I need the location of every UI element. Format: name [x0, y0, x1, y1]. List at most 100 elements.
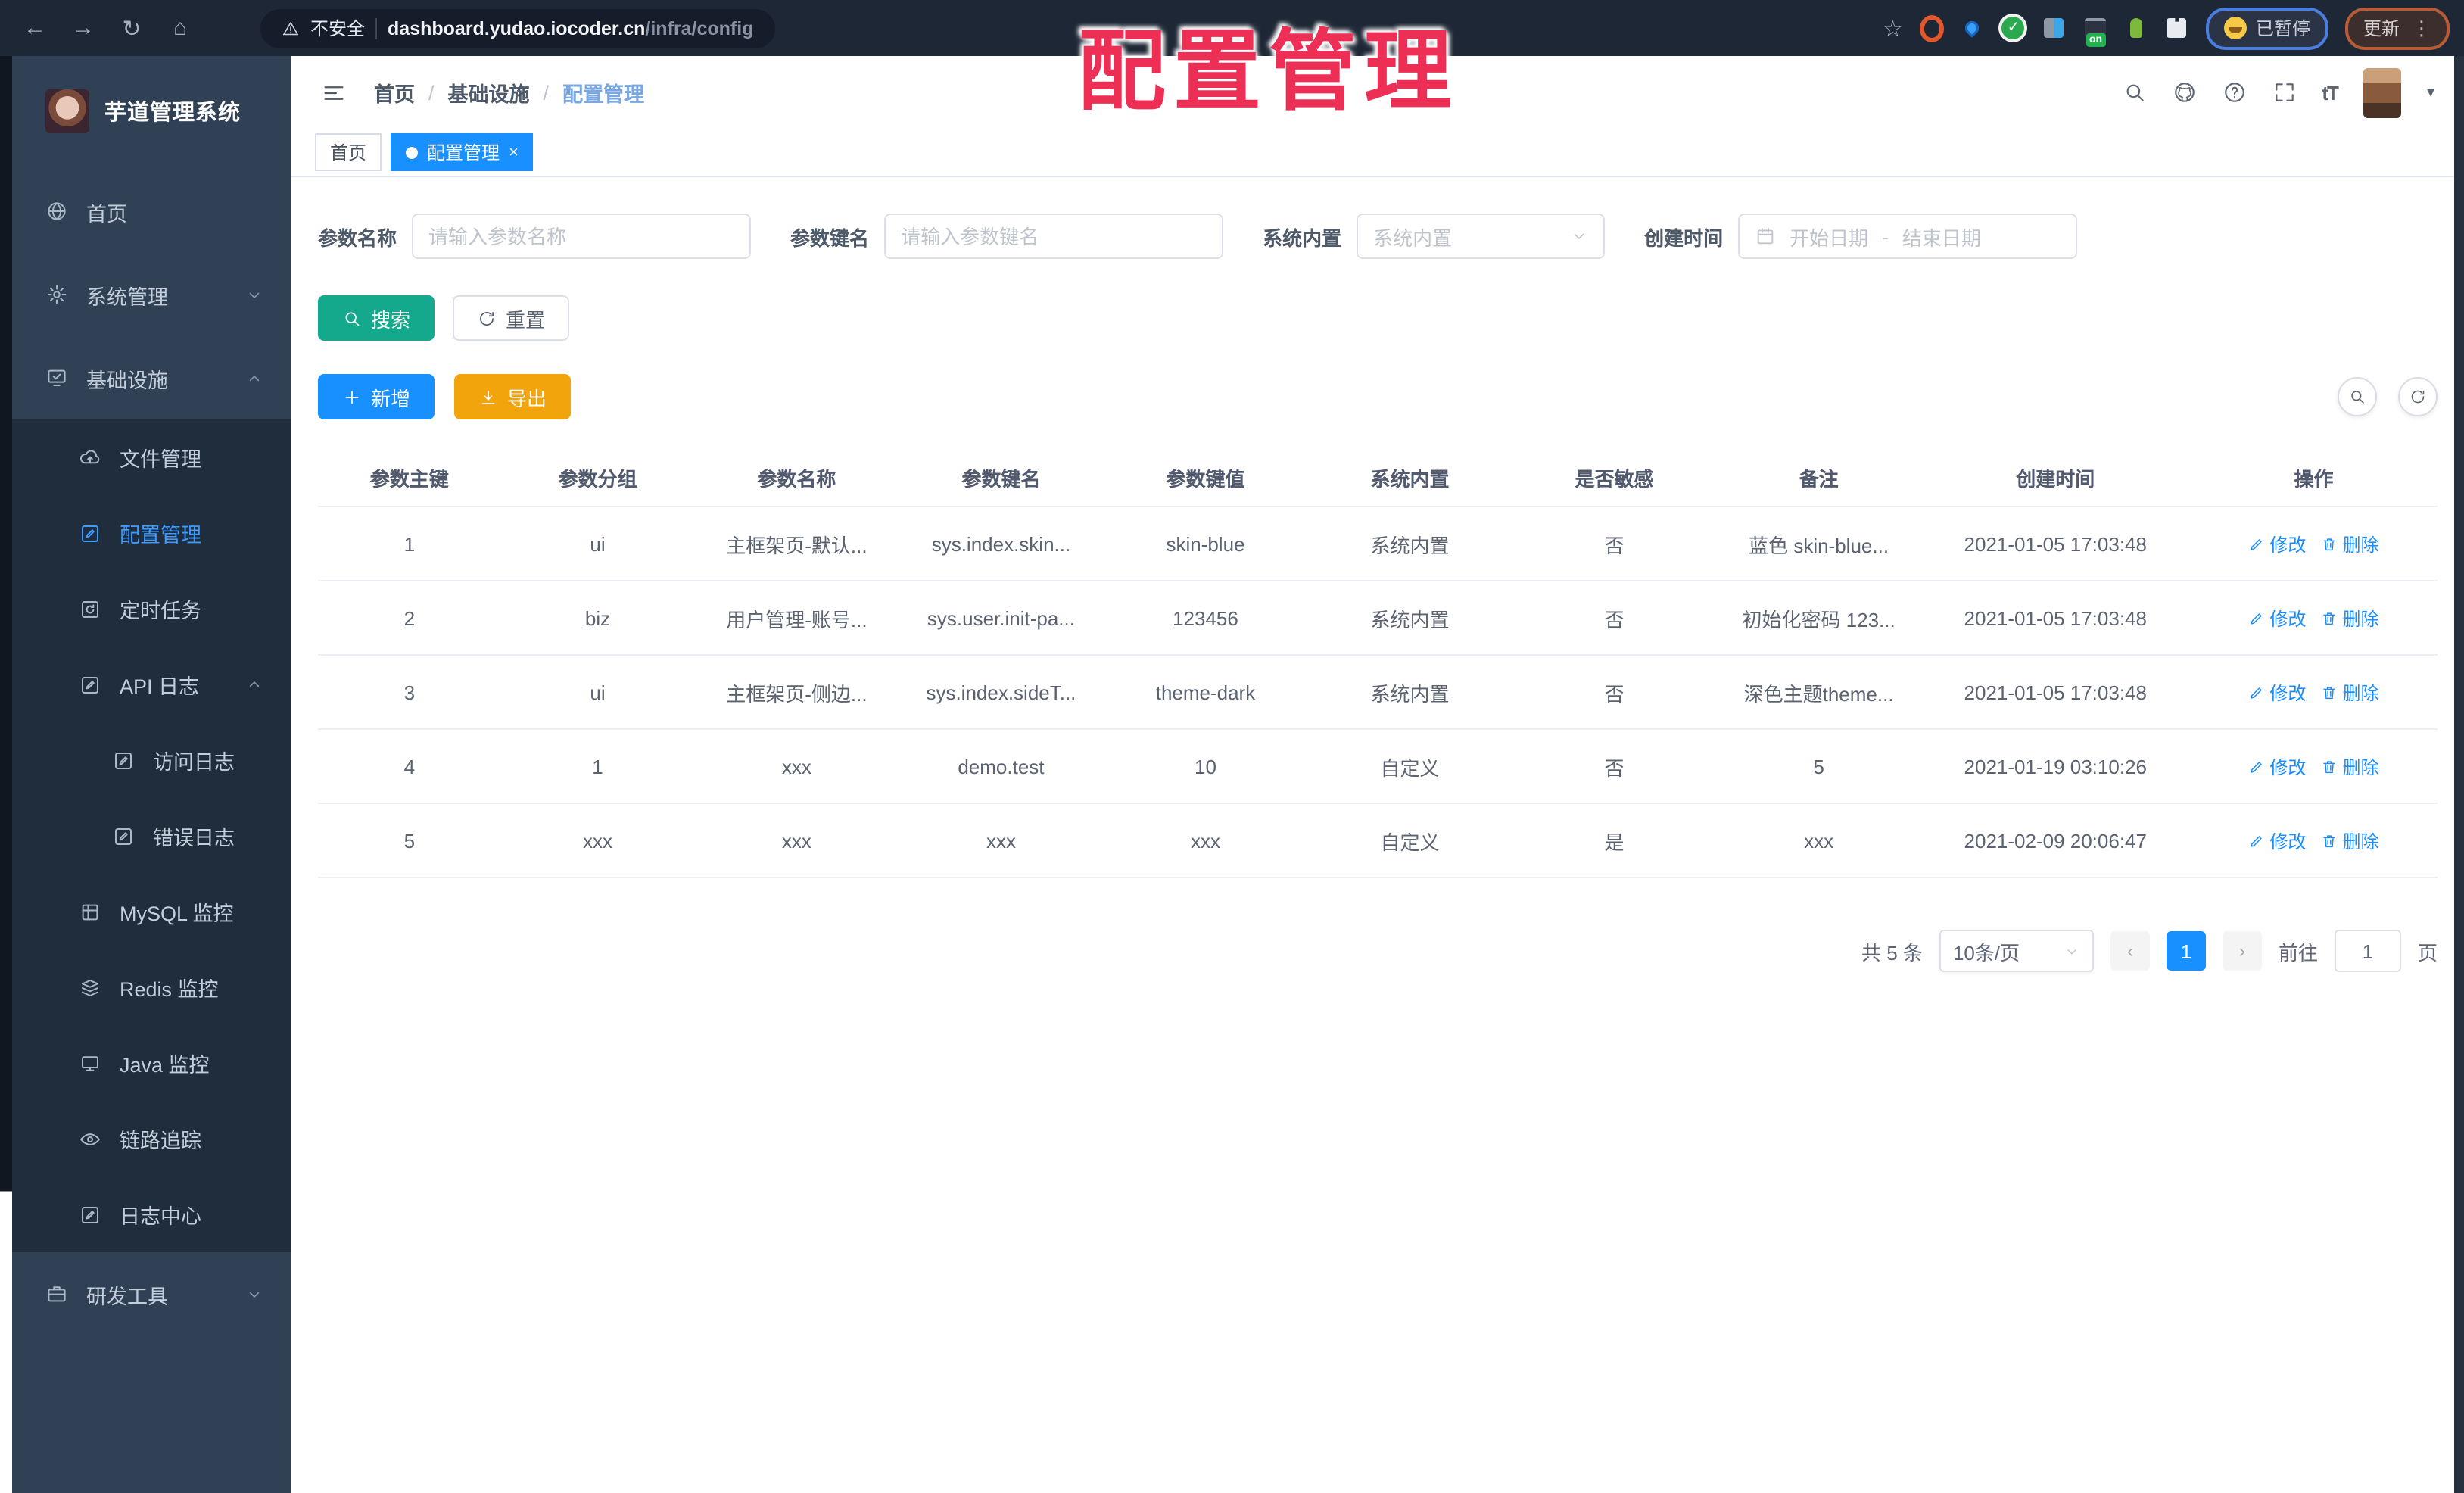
reset-button[interactable]: 重置	[453, 295, 570, 341]
annotation-overlay: 配置管理	[1078, 23, 1460, 121]
prev-page-button[interactable]: ‹	[2110, 931, 2150, 971]
grid-extension-icon[interactable]	[2042, 16, 2067, 40]
extension-badge: on	[2086, 33, 2106, 46]
builtin-select[interactable]: 系统内置	[1357, 214, 1606, 259]
toggle-search-button[interactable]	[2338, 377, 2377, 416]
back-icon[interactable]: ←	[15, 8, 55, 48]
help-icon[interactable]	[2222, 80, 2246, 104]
table-cell: 5	[318, 803, 501, 878]
pin-extension-icon[interactable]	[1961, 16, 1985, 40]
sidebar-item-label: 系统管理	[86, 285, 168, 308]
sidebar-item-label: API 日志	[120, 675, 200, 698]
goto-page-input[interactable]	[2334, 930, 2401, 972]
puzzle-extension-icon[interactable]	[2165, 16, 2189, 40]
sidebar-item-redis[interactable]: Redis 监控	[12, 949, 291, 1025]
delete-row-button[interactable]: 删除	[2321, 753, 2378, 779]
sidebar-item-dev-tools[interactable]: 研发工具	[12, 1252, 291, 1336]
param-key-input[interactable]	[884, 214, 1224, 259]
app-logo[interactable]: 芋道管理系统	[12, 56, 291, 150]
eye-icon	[79, 1127, 101, 1150]
chevron-up-icon	[245, 675, 263, 694]
sidebar-item-label: 日志中心	[120, 1205, 201, 1228]
filter-type-label: 系统内置	[1263, 226, 1342, 249]
table-header-row: 参数主键 参数分组 参数名称 参数键名 参数键值 系统内置 是否敏感 备注 创建时间 操作	[318, 450, 2438, 507]
sidebar-item-home[interactable]: 首页	[12, 170, 291, 253]
param-name-input[interactable]	[412, 214, 752, 259]
orange-ring-extension-icon[interactable]	[1919, 14, 1944, 42]
column-header: 备注	[1716, 450, 1921, 507]
breadcrumb-item[interactable]: 首页	[374, 77, 415, 108]
bookmark-star-icon[interactable]: ☆	[1883, 14, 1903, 42]
sidebar-item-api-log[interactable]: API 日志	[12, 647, 291, 722]
sidebar-item-system[interactable]: 系统管理	[12, 253, 291, 336]
avatar[interactable]	[2363, 67, 2401, 117]
sidebar-item-label: 配置管理	[120, 524, 201, 547]
mysql-icon	[79, 900, 101, 923]
green-check-extension-icon[interactable]: ✓	[2001, 16, 2026, 40]
paused-extension-pill[interactable]: 已暂停	[2205, 7, 2328, 49]
edit-row-button[interactable]: 修改	[2248, 605, 2306, 631]
update-button[interactable]: 更新 ⋮	[2344, 7, 2450, 49]
page-size-value: 10条/页	[1952, 941, 2020, 964]
search-icon	[342, 308, 362, 328]
filter-key-label: 参数键名	[790, 226, 870, 249]
sidebar-item-mysql[interactable]: MySQL 监控	[12, 874, 291, 949]
sidebar-item-access-log[interactable]: 访问日志	[12, 722, 291, 798]
edit-row-button[interactable]: 修改	[2248, 828, 2306, 853]
left-gutter	[0, 56, 12, 1493]
edit-row-button[interactable]: 修改	[2248, 531, 2306, 556]
close-icon[interactable]: ×	[509, 143, 519, 161]
sidebar-item-job[interactable]: 定时任务	[12, 571, 291, 647]
add-button[interactable]: 新增	[318, 374, 435, 419]
trash-icon	[2321, 832, 2338, 849]
delete-row-button[interactable]: 删除	[2321, 679, 2378, 705]
page-size-select[interactable]: 10条/页	[1939, 930, 2094, 972]
delete-row-button-label: 删除	[2342, 534, 2379, 555]
home-icon[interactable]: ⌂	[160, 8, 200, 48]
refresh-table-button[interactable]	[2398, 377, 2438, 416]
terminal-extension-icon[interactable]: on	[2083, 16, 2107, 46]
hamburger-icon[interactable]	[321, 79, 347, 105]
sidebar-item-error-log[interactable]: 错误日志	[12, 798, 291, 874]
delete-row-button[interactable]: 删除	[2321, 605, 2378, 631]
tab-配置管理[interactable]: 配置管理 ×	[391, 133, 534, 171]
forward-icon[interactable]: →	[64, 8, 103, 48]
font-size-icon[interactable]: tT	[2322, 81, 2339, 104]
table-row: 4 1 xxx demo.test 10 自定义否 5 2021-01-19 03:10:26…	[318, 729, 2438, 804]
table-cell: 否	[1512, 729, 1717, 804]
sidebar-item-file[interactable]: 文件管理	[12, 419, 291, 495]
search-icon[interactable]	[2122, 80, 2146, 104]
next-page-button[interactable]: ›	[2222, 931, 2262, 971]
fullscreen-icon[interactable]	[2272, 80, 2296, 104]
sidebar-item-trace[interactable]: 链路追踪	[12, 1101, 291, 1177]
app-title: 芋道管理系统	[104, 101, 241, 125]
edit-row-button[interactable]: 修改	[2248, 753, 2306, 779]
date-range-picker[interactable]: 开始日期 - 结束日期	[1738, 214, 2078, 259]
reload-icon[interactable]: ↻	[112, 8, 151, 48]
table-cell: theme-dark	[1103, 655, 1308, 730]
address-bar[interactable]: 不安全 dashboard.yudao.iocoder.cn/infra/con…	[260, 8, 775, 48]
edit-row-button[interactable]: 修改	[2248, 679, 2306, 705]
delete-row-button[interactable]: 删除	[2321, 828, 2378, 853]
breadcrumb-item[interactable]: 基础设施	[448, 77, 530, 108]
filter-date-label: 创建时间	[1644, 226, 1724, 249]
export-button[interactable]: 导出	[454, 374, 572, 419]
delete-row-button[interactable]: 删除	[2321, 531, 2378, 556]
sprout-extension-icon[interactable]	[2124, 16, 2148, 40]
paused-label: 已暂停	[2255, 18, 2310, 39]
sidebar-item-infra[interactable]: 基础设施	[12, 336, 291, 419]
chevron-down-icon[interactable]: ▾	[2427, 84, 2434, 101]
table-cell: biz	[500, 581, 695, 656]
sidebar-item-config[interactable]: 配置管理	[12, 495, 291, 571]
table-cell: 系统内置	[1307, 506, 1512, 581]
scrollbar[interactable]	[2454, 56, 2464, 1493]
tab-首页[interactable]: 首页	[315, 133, 382, 171]
current-page[interactable]: 1	[2166, 931, 2206, 971]
github-icon[interactable]	[2172, 80, 2196, 104]
menu-dots-icon[interactable]: ⋮	[2412, 16, 2431, 40]
breadcrumb-separator: /	[543, 81, 550, 104]
search-button[interactable]: 搜索	[318, 295, 435, 341]
edit-row-button-label: 修改	[2269, 608, 2307, 629]
sidebar-item-log-center[interactable]: 日志中心	[12, 1177, 291, 1252]
sidebar-item-java[interactable]: Java 监控	[12, 1025, 291, 1101]
